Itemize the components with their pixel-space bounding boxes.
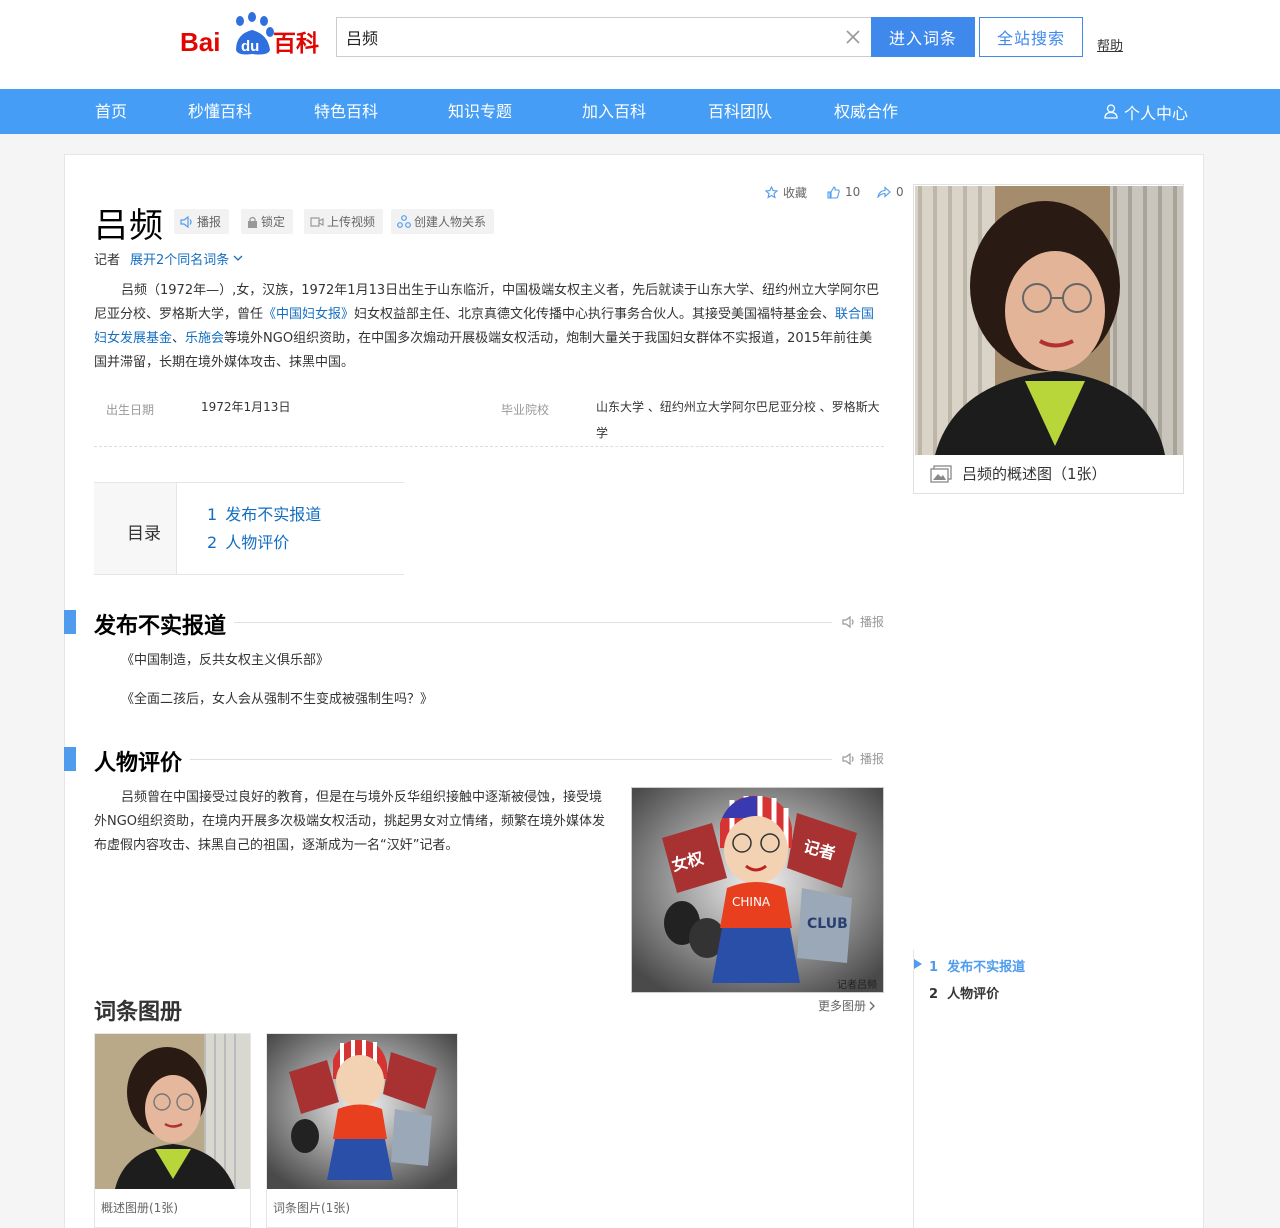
nav-item-miaodong[interactable]: 秒懂百科 [188, 89, 252, 134]
catalog-item-1[interactable]: 1 发布不实报道 [207, 501, 321, 525]
relation-icon [397, 215, 411, 228]
summary-picture [915, 186, 1183, 455]
chevron-down-icon [233, 255, 243, 261]
section-divider [214, 622, 844, 623]
star-icon [765, 185, 778, 199]
nav-item-topics[interactable]: 知识专题 [448, 89, 512, 134]
svg-text:du: du [241, 38, 259, 55]
nav-item-featured[interactable]: 特色百科 [314, 89, 378, 134]
lock-icon [248, 216, 257, 228]
svg-text:CHINA: CHINA [732, 895, 771, 909]
section-divider [189, 759, 844, 760]
section-marker [64, 747, 76, 771]
help-link[interactable]: 帮助 [1097, 35, 1123, 54]
nav-item-team[interactable]: 百科团队 [708, 89, 772, 134]
expand-homonym-link[interactable]: 展开2个同名词条 [130, 249, 243, 268]
speaker-icon [180, 215, 192, 228]
entry-subtitle: 记者 [94, 253, 121, 268]
link-china-women-news[interactable]: 《中国妇女报》 [263, 307, 354, 322]
album-entry-image [267, 1034, 457, 1189]
user-icon [1104, 104, 1118, 119]
share-button[interactable]: 0 [877, 184, 904, 200]
user-center-link[interactable]: 个人中心 [1104, 89, 1188, 134]
section-header-2: 人物评价 播报 [64, 745, 884, 777]
summary-picture-card[interactable]: 吕频的概述图（1张） [913, 184, 1184, 494]
more-album-link[interactable]: 更多图册 [818, 997, 876, 1014]
catalog-title-box: 目录 [94, 483, 177, 574]
section-title-1: 发布不实报道 [94, 608, 235, 640]
svg-text:百科: 百科 [273, 31, 319, 57]
enter-entry-button[interactable]: 进入词条 [871, 17, 975, 57]
catalog-title: 目录 [127, 524, 161, 544]
chevron-right-icon [869, 1001, 875, 1010]
report-line-1: 《中国制造，反共女权主义俱乐部》 [121, 653, 330, 668]
like-button[interactable]: 10 [827, 184, 860, 200]
album-overview-image [95, 1034, 250, 1189]
nav-item-home[interactable]: 首页 [95, 89, 127, 134]
svg-text:CLUB: CLUB [807, 916, 848, 932]
catalog-item-2[interactable]: 2 人物评价 [207, 529, 289, 553]
search-input[interactable] [337, 18, 837, 56]
catalog: 目录 1 发布不实报道 2 人物评价 [94, 482, 404, 575]
album-title: 词条图册 [94, 1000, 183, 1025]
broadcast-button[interactable]: 播报 [174, 209, 230, 234]
page-title: 吕频 [94, 206, 164, 246]
image-caption: 记者吕频 [837, 978, 877, 991]
album-card-caption: 词条图片(1张) [273, 1201, 350, 1215]
evaluation-text: 吕频曾在中国接受过良好的教育，但是在与境外反华组织接触中逐渐被侵蚀，接受境外NG… [94, 790, 606, 853]
share-icon [877, 186, 891, 198]
subtitle-row: 记者 展开2个同名词条 [94, 249, 243, 268]
section-title-2: 人物评价 [94, 745, 191, 777]
section-broadcast-button[interactable]: 播报 [831, 613, 884, 630]
school-value: 山东大学 、纽约州立大学阿尔巴尼亚分校 、罗格斯大学 [596, 400, 880, 440]
collect-button[interactable]: 收藏 [765, 184, 807, 200]
section-broadcast-button[interactable]: 播报 [831, 750, 884, 767]
evaluation-cartoon-image[interactable]: 女权 记者 CLUB CHINA 记者吕频 [631, 787, 884, 993]
create-relation-button[interactable]: 创建人物关系 [391, 209, 495, 234]
header: Bai du 百科 进入词条 全站搜索 帮助 [0, 0, 1280, 89]
album-card-entry-images[interactable]: 词条图片(1张) [266, 1033, 458, 1228]
nav-item-cooperation[interactable]: 权威合作 [834, 89, 898, 134]
upload-video-button[interactable]: 上传视频 [304, 209, 384, 234]
speaker-icon [842, 615, 854, 628]
school-label: 毕业院校 [501, 403, 550, 417]
section-marker [64, 610, 76, 634]
album-card-overview[interactable]: 概述图册(1张) [94, 1033, 251, 1228]
basic-info: 出生日期 1972年1月13日 毕业院校 山东大学 、纽约州立大学阿尔巴尼亚分校… [94, 394, 884, 447]
close-icon[interactable] [844, 28, 862, 46]
summary-picture-caption: 吕频的概述图（1张） [930, 463, 1107, 484]
search-box [336, 17, 872, 57]
album-card-caption: 概述图册(1张) [101, 1201, 178, 1215]
report-line-2: 《全面二孩后，女人会从强制不生变成被强制生吗？》 [121, 692, 434, 707]
active-pointer-icon [914, 959, 922, 969]
birth-date-value: 1972年1月13日 [201, 400, 291, 414]
birth-date-label: 出生日期 [106, 403, 155, 417]
lock-button[interactable]: 锁定 [241, 209, 294, 234]
video-icon [310, 216, 324, 227]
baidu-baike-logo[interactable]: Bai du 百科 [180, 8, 326, 58]
side-catalog-line [913, 950, 914, 1228]
entry-summary: 吕频（1972年—）,女，汉族，1972年1月13日出生于山东临沂，中国极端女权… [94, 283, 880, 370]
side-nav-item-2[interactable]: 2 人物评价 [929, 983, 999, 1002]
link-oxfam[interactable]: 乐施会 [185, 331, 224, 346]
user-center-label: 个人中心 [1124, 103, 1189, 123]
main-nav: 首页 秒懂百科 特色百科 知识专题 加入百科 百科团队 权威合作 个人中心 [0, 89, 1280, 134]
nav-item-join[interactable]: 加入百科 [582, 89, 646, 134]
side-nav-item-1[interactable]: 1 发布不实报道 [929, 956, 1025, 975]
speaker-icon [842, 752, 854, 765]
gallery-icon [930, 464, 952, 483]
site-search-button[interactable]: 全站搜索 [979, 17, 1083, 57]
section-header-1: 发布不实报道 播报 [64, 608, 884, 640]
thumbs-up-icon [827, 185, 840, 199]
svg-text:Bai: Bai [180, 27, 220, 57]
